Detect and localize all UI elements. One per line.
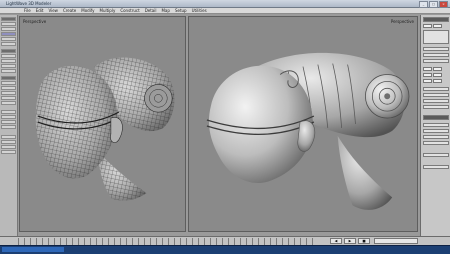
panel-button[interactable] bbox=[433, 24, 442, 28]
tool-button[interactable] bbox=[1, 150, 16, 154]
panel-field[interactable] bbox=[423, 105, 449, 109]
panel-header bbox=[423, 17, 449, 22]
panel-field[interactable] bbox=[423, 99, 449, 103]
viewport-wireframe[interactable]: Perspective bbox=[19, 16, 186, 232]
tool-button[interactable] bbox=[1, 96, 16, 100]
properties-panel bbox=[420, 15, 450, 236]
tool-button[interactable] bbox=[1, 81, 16, 85]
close-button[interactable]: × bbox=[439, 1, 448, 8]
menu-edit[interactable]: Edit bbox=[36, 8, 44, 13]
tool-button[interactable] bbox=[1, 110, 16, 114]
stop-button[interactable]: ■ bbox=[358, 238, 370, 244]
title-bar: LightWave 3D Modeler _ □ × bbox=[0, 0, 450, 8]
tool-button[interactable] bbox=[1, 37, 16, 41]
tool-button[interactable] bbox=[1, 27, 16, 31]
tool-button[interactable] bbox=[1, 64, 16, 68]
tool-button[interactable] bbox=[1, 125, 16, 129]
tool-button[interactable] bbox=[1, 69, 16, 73]
tool-button[interactable] bbox=[1, 120, 16, 124]
panel-button[interactable] bbox=[423, 67, 432, 71]
window-controls: _ □ × bbox=[419, 1, 448, 8]
panel-swatch[interactable] bbox=[423, 30, 449, 44]
menu-file[interactable]: File bbox=[24, 8, 31, 13]
panel-button[interactable] bbox=[433, 73, 442, 77]
frame-field[interactable] bbox=[374, 238, 418, 244]
panel-field[interactable] bbox=[423, 87, 449, 91]
panel-field[interactable] bbox=[423, 53, 449, 57]
panel-field[interactable] bbox=[423, 153, 449, 157]
panel-field[interactable] bbox=[423, 135, 449, 139]
menu-setup[interactable]: Setup bbox=[175, 8, 187, 13]
panel-button[interactable] bbox=[433, 67, 442, 71]
tool-group-header[interactable] bbox=[1, 76, 16, 80]
panel-button[interactable] bbox=[423, 79, 432, 83]
tool-button[interactable] bbox=[1, 42, 16, 46]
tool-button[interactable] bbox=[1, 59, 16, 63]
panel-button[interactable] bbox=[423, 73, 432, 77]
menu-construct[interactable]: Construct bbox=[120, 8, 139, 13]
panel-field[interactable] bbox=[423, 129, 449, 133]
play-forward-button[interactable]: ▶ bbox=[344, 238, 356, 244]
tool-button[interactable] bbox=[1, 86, 16, 90]
panel-field[interactable] bbox=[423, 93, 449, 97]
menu-detail[interactable]: Detail bbox=[145, 8, 157, 13]
tool-group-header[interactable] bbox=[1, 17, 16, 21]
tool-button[interactable] bbox=[1, 54, 16, 58]
tool-button[interactable] bbox=[1, 101, 16, 105]
menu-utilities[interactable]: Utilities bbox=[192, 8, 207, 13]
menu-view[interactable]: View bbox=[48, 8, 58, 13]
viewport-shaded[interactable]: Perspective bbox=[188, 16, 418, 232]
menu-map[interactable]: Map bbox=[161, 8, 169, 13]
panel-button[interactable] bbox=[433, 79, 442, 83]
menu-multiply[interactable]: Multiply bbox=[100, 8, 116, 13]
tool-button[interactable] bbox=[1, 135, 16, 139]
timeline-ruler[interactable] bbox=[18, 238, 318, 245]
panel-field[interactable] bbox=[423, 141, 449, 145]
play-back-button[interactable]: ◀ bbox=[330, 238, 342, 244]
panel-field[interactable] bbox=[423, 59, 449, 63]
tool-button[interactable] bbox=[1, 22, 16, 26]
panel-button[interactable] bbox=[423, 24, 432, 28]
minimize-button[interactable]: _ bbox=[419, 1, 428, 8]
tool-button-selected[interactable] bbox=[1, 32, 16, 36]
tool-button[interactable] bbox=[1, 140, 16, 144]
tool-group-header[interactable] bbox=[1, 49, 16, 53]
menu-create[interactable]: Create bbox=[63, 8, 76, 13]
window-title: LightWave 3D Modeler bbox=[6, 1, 52, 6]
menu-modify[interactable]: Modify bbox=[81, 8, 94, 13]
tool-button[interactable] bbox=[1, 115, 16, 119]
tool-button[interactable] bbox=[1, 145, 16, 149]
maximize-button[interactable]: □ bbox=[429, 1, 438, 8]
panel-header bbox=[423, 115, 449, 120]
panel-field[interactable] bbox=[423, 123, 449, 127]
tool-button[interactable] bbox=[1, 91, 16, 95]
tool-sidebar bbox=[0, 15, 18, 236]
wireframe-head-model bbox=[35, 57, 175, 201]
panel-field[interactable] bbox=[423, 47, 449, 51]
menu-bar: File Edit View Create Modify Multiply Co… bbox=[0, 8, 450, 14]
panel-field[interactable] bbox=[423, 165, 449, 169]
shaded-head-model bbox=[206, 52, 410, 210]
status-message bbox=[2, 247, 64, 252]
